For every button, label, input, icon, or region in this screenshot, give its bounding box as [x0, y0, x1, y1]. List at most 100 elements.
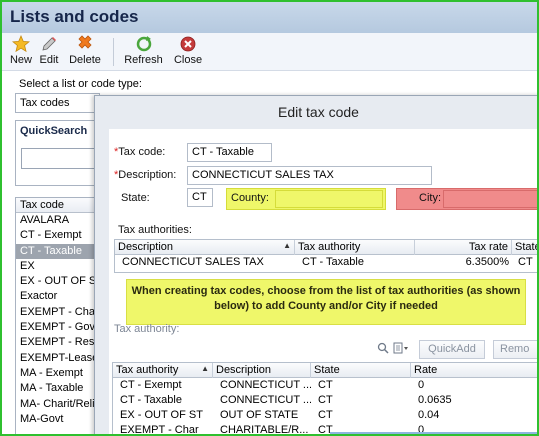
- cell-authority: CT - Exempt: [120, 379, 182, 391]
- instruction-callout: When creating tax codes, choose from the…: [126, 279, 526, 325]
- list-item-selected[interactable]: CT - Taxable: [16, 243, 99, 259]
- cell-rate: 0: [418, 379, 425, 391]
- state-label: State:: [121, 192, 150, 204]
- close-label: Close: [173, 54, 203, 66]
- tax-code-field[interactable]: CT - Taxable: [187, 143, 272, 162]
- cell-authority: EX - OUT OF ST: [120, 409, 203, 421]
- tax-code-column-header[interactable]: Tax code: [16, 198, 99, 213]
- sort-asc-icon: ▲: [201, 364, 209, 373]
- table-row[interactable]: CONNECTICUT SALES TAX CT - Taxable 6.350…: [115, 255, 537, 270]
- tax-authorities-grid: Description ▲ Tax authority Tax rate Stat…: [114, 239, 537, 273]
- list-item[interactable]: EXEMPT - Char: [16, 305, 99, 320]
- cell-rate: 0.0635: [418, 394, 452, 406]
- cell-state: CT: [518, 256, 533, 268]
- dialog-title: Edit tax code: [278, 104, 359, 120]
- list-item[interactable]: MA- Charit/Reli: [16, 397, 99, 412]
- list-item[interactable]: EXEMPT - Resal: [16, 335, 99, 350]
- toolbar-separator: [113, 38, 114, 66]
- title-bar: Lists and codes: [2, 2, 537, 33]
- column-header-tax-authority[interactable]: Tax authority: [295, 240, 415, 255]
- sort-asc-icon: ▲: [283, 241, 291, 250]
- delete-x-icon: [78, 35, 92, 49]
- cell-state: CT: [318, 409, 333, 421]
- new-label: New: [9, 54, 32, 66]
- edit-button[interactable]: Edit: [36, 35, 62, 69]
- delete-label: Delete: [69, 54, 101, 66]
- county-highlight: County:: [226, 188, 386, 210]
- list-item[interactable]: EXEMPT - Govt: [16, 320, 99, 335]
- column-header-description[interactable]: Description: [213, 363, 311, 378]
- cell-state: CT: [318, 424, 333, 436]
- refresh-icon: [136, 36, 151, 52]
- pencil-icon: [42, 37, 56, 51]
- column-header-rate[interactable]: Rate: [411, 363, 537, 378]
- list-item[interactable]: EX: [16, 259, 99, 274]
- cell-state: CT: [318, 379, 333, 391]
- delete-button[interactable]: Delete: [63, 35, 107, 69]
- state-field[interactable]: CT: [187, 188, 213, 207]
- column-chooser-icon[interactable]: [393, 342, 409, 354]
- city-label: City:: [419, 192, 441, 204]
- list-type-label: Select a list or code type:: [19, 78, 142, 90]
- list-item[interactable]: EXEMPT-Lease: [16, 351, 99, 366]
- list-item[interactable]: MA - Taxable: [16, 381, 99, 396]
- cell-authority: CT - Taxable: [120, 394, 182, 406]
- quickadd-button[interactable]: QuickAdd: [419, 340, 485, 359]
- tax-authorities-label: Tax authorities:: [118, 224, 192, 236]
- toolbar: New Edit Delete Refresh Close: [2, 33, 537, 71]
- lists-and-codes-window: Lists and codes New Edit Delete Refresh …: [0, 0, 539, 436]
- window-title: Lists and codes: [10, 7, 139, 26]
- cell-rate: 0.04: [418, 409, 440, 421]
- list-item[interactable]: CT - Exempt: [16, 228, 99, 243]
- column-header-description[interactable]: Description ▲: [115, 240, 295, 255]
- refresh-label: Refresh: [124, 54, 163, 66]
- tax-authority-lookup-grid: Tax authority ▲ Description State Rate CT…: [112, 362, 537, 436]
- column-header-state[interactable]: State: [311, 363, 411, 378]
- close-button[interactable]: Close: [171, 35, 205, 69]
- county-label: County:: [231, 192, 269, 204]
- description-label: *Description:: [114, 169, 177, 181]
- cell-authority: CT - Taxable: [302, 256, 364, 268]
- refresh-button[interactable]: Refresh: [121, 35, 166, 69]
- cell-description: CONNECTICUT ...: [220, 394, 311, 406]
- list-type-select[interactable]: Tax codes: [15, 93, 100, 113]
- list-item[interactable]: MA-Govt: [16, 412, 99, 427]
- remove-button[interactable]: Remo: [493, 340, 537, 359]
- cell-description: CHARITABLE/R...: [220, 424, 309, 436]
- cell-description: OUT OF STATE: [220, 409, 299, 421]
- lookup-toolbar: QuickAdd Remo: [109, 338, 537, 362]
- county-field[interactable]: [275, 190, 383, 208]
- list-item[interactable]: MA - Exempt: [16, 366, 99, 381]
- cell-rate: 0: [418, 424, 425, 436]
- column-header-tax-authority[interactable]: Tax authority ▲: [113, 363, 213, 378]
- cell-state: CT: [318, 394, 333, 406]
- column-header-tax-rate[interactable]: Tax rate: [415, 240, 512, 255]
- cell-rate: 6.3500%: [465, 256, 509, 268]
- quicksearch-panel: QuickSearch: [15, 120, 100, 186]
- lookup-grid-header: Tax authority ▲ Description State Rate: [113, 363, 537, 378]
- search-icon[interactable]: [377, 342, 389, 354]
- popup-edge: [330, 432, 537, 434]
- column-header-state[interactable]: State: [512, 240, 537, 255]
- quicksearch-input[interactable]: [21, 148, 99, 169]
- cell-description: CONNECTICUT ...: [220, 379, 311, 391]
- list-item[interactable]: AVALARA: [16, 213, 99, 228]
- cell-authority: EXEMPT - Char: [120, 424, 199, 436]
- tax-authority-lookup-label: Tax authority:: [114, 323, 180, 335]
- grid-header: Description ▲ Tax authority Tax rate Stat…: [115, 240, 537, 255]
- table-row[interactable]: EX - OUT OF ST OUT OF STATE CT 0.04: [113, 408, 537, 423]
- new-button[interactable]: New: [6, 35, 36, 69]
- tax-code-label: *Tax code:: [114, 146, 166, 158]
- table-row[interactable]: CT - Taxable CONNECTICUT ... CT 0.0635: [113, 393, 537, 408]
- quicksearch-title: QuickSearch: [20, 125, 88, 137]
- description-field[interactable]: CONNECTICUT SALES TAX: [187, 166, 432, 185]
- close-icon: [180, 36, 196, 52]
- table-row[interactable]: CT - Exempt CONNECTICUT ... CT 0: [113, 378, 537, 393]
- edit-label: Edit: [39, 54, 59, 66]
- city-field[interactable]: [443, 190, 537, 208]
- list-item[interactable]: EX - OUT OF ST: [16, 274, 99, 289]
- list-item[interactable]: Exactor: [16, 289, 99, 304]
- cell-description: CONNECTICUT SALES TAX: [122, 256, 264, 268]
- city-highlight: City:: [396, 188, 537, 210]
- table-row[interactable]: EXEMPT - Char CHARITABLE/R... CT 0: [113, 423, 537, 436]
